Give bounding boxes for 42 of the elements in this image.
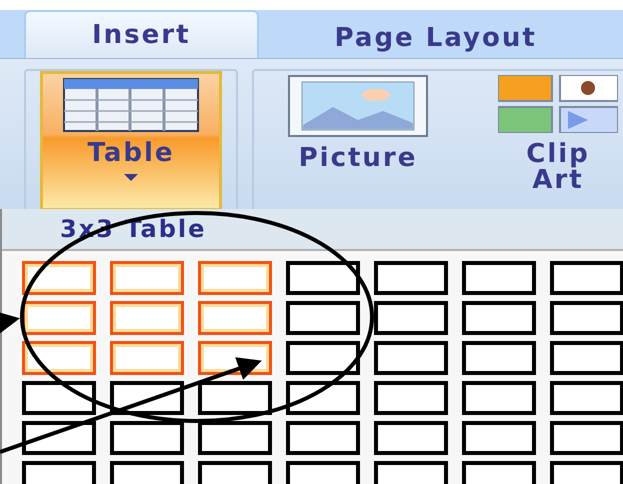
table-grid-cell[interactable] [462, 381, 536, 415]
picture-icon [288, 75, 428, 137]
ribbon-tab[interactable]: Insert [24, 10, 259, 58]
table-grid-cell[interactable] [550, 261, 623, 295]
table-grid-cell[interactable] [374, 381, 448, 415]
dropdown-caret-icon [124, 174, 138, 181]
table-icon [63, 78, 199, 132]
ribbon-tab[interactable]: Page Layout [318, 18, 553, 58]
table-grid-cell[interactable] [22, 261, 96, 295]
clip-art-button[interactable]: Clip Art [478, 71, 623, 211]
table-grid-cell[interactable] [110, 421, 184, 455]
table-grid-cell[interactable] [462, 301, 536, 335]
table-grid-cell[interactable] [22, 341, 96, 375]
table-grid-cell[interactable] [550, 301, 623, 335]
table-grid-cell[interactable] [286, 301, 360, 335]
table-grid-cell[interactable] [110, 341, 184, 375]
table-grid-cell[interactable] [374, 301, 448, 335]
table-grid-cell[interactable] [462, 421, 536, 455]
table-grid-cell[interactable] [374, 261, 448, 295]
table-grid-cell[interactable] [22, 301, 96, 335]
table-grid-cell[interactable] [198, 381, 272, 415]
table-grid-cell[interactable] [550, 381, 623, 415]
table-grid-cell[interactable] [286, 341, 360, 375]
table-grid-cell[interactable] [198, 421, 272, 455]
table-button[interactable]: Table [40, 71, 222, 211]
picture-button[interactable]: Picture [268, 71, 448, 211]
annotation-arrow [0, 310, 20, 334]
table-grid-cell[interactable] [110, 301, 184, 335]
table-grid-cell[interactable] [110, 261, 184, 295]
table-grid-cell[interactable] [286, 421, 360, 455]
table-grid-cell[interactable] [198, 301, 272, 335]
table-grid-cell[interactable] [22, 381, 96, 415]
table-grid-cell[interactable] [550, 421, 623, 455]
table-grid-cell[interactable] [462, 341, 536, 375]
table-grid-cell[interactable] [286, 381, 360, 415]
table-grid-cell[interactable] [286, 261, 360, 295]
clip-art-icon [498, 75, 618, 133]
table-grid-cell[interactable] [550, 341, 623, 375]
table-grid-cell[interactable] [462, 261, 536, 295]
table-grid-cell[interactable] [198, 261, 272, 295]
table-grid-cell[interactable] [374, 421, 448, 455]
table-grid-cell[interactable] [374, 341, 448, 375]
